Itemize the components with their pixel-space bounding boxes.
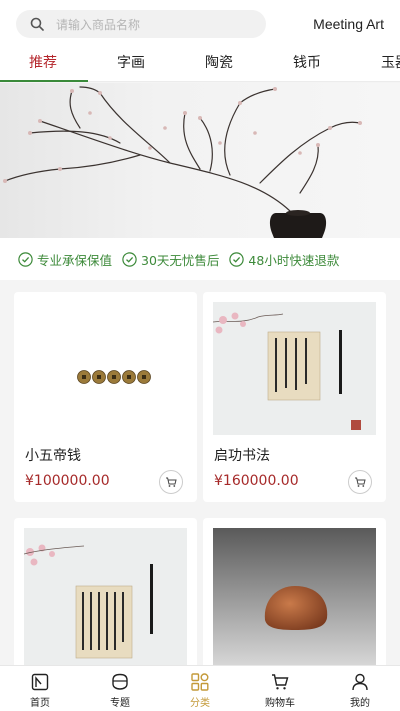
page: 请输入商品名称 Meeting Art 推荐 字画 陶瓷 钱币 玉器	[0, 0, 400, 711]
product-price: ¥100000.00	[25, 473, 110, 489]
stone-image	[213, 528, 376, 668]
nav-category[interactable]: 分类	[160, 666, 240, 711]
product-price: ¥160000.00	[214, 473, 299, 489]
calligraphy-image	[23, 528, 187, 668]
nav-home[interactable]: 首页	[0, 666, 80, 711]
tab-painting[interactable]: 字画	[117, 48, 145, 81]
add-to-cart-button[interactable]	[348, 470, 372, 494]
nav-cart[interactable]: 购物车	[240, 666, 320, 711]
tab-recommend[interactable]: 推荐	[29, 48, 57, 81]
active-tab-indicator	[0, 80, 88, 82]
guarantee-item: 专业承保保值	[18, 250, 112, 269]
cart-icon	[166, 477, 177, 487]
product-image	[23, 528, 187, 668]
category-icon	[191, 673, 209, 691]
product-card[interactable]	[14, 518, 197, 678]
nav-topics[interactable]: 专题	[80, 666, 160, 711]
service-guarantees: 专业承保保值 30天无忧售后 48小时快速退款	[0, 238, 400, 280]
nav-label: 专题	[110, 698, 130, 709]
nav-label: 首页	[30, 698, 50, 709]
check-circle-icon	[18, 251, 33, 267]
nav-label: 购物车	[265, 698, 295, 709]
banner-image[interactable]	[0, 83, 400, 238]
product-name: 小五帝钱	[25, 448, 81, 464]
check-circle-icon	[122, 251, 137, 267]
home-icon	[31, 673, 49, 691]
guarantee-label: 48小时快速退款	[248, 252, 340, 268]
search-input[interactable]: 请输入商品名称	[16, 10, 266, 38]
guarantee-item: 30天无忧售后	[122, 250, 219, 269]
product-image	[213, 528, 376, 668]
calligraphy-image	[212, 302, 376, 435]
brand-title: Meeting Art	[313, 16, 384, 32]
nav-profile[interactable]: 我的	[320, 666, 400, 711]
category-tabs: 推荐 字画 陶瓷 钱币 玉器	[0, 48, 400, 82]
product-card[interactable]	[203, 518, 386, 678]
nav-label: 分类	[190, 698, 210, 709]
tab-coins[interactable]: 钱币	[293, 48, 321, 81]
search-placeholder: 请输入商品名称	[56, 17, 141, 32]
product-name: 启功书法	[214, 448, 270, 464]
topic-icon	[112, 673, 128, 690]
header: 请输入商品名称 Meeting Art	[0, 0, 400, 48]
product-image	[212, 302, 376, 435]
tab-ceramics[interactable]: 陶瓷	[205, 48, 233, 81]
product-card[interactable]: 小五帝钱 ¥100000.00	[14, 292, 197, 502]
nav-label: 我的	[350, 698, 370, 709]
bottom-nav: 首页 专题 分类 购物车 我的	[0, 665, 400, 711]
tab-jade[interactable]: 玉器	[381, 48, 400, 81]
check-circle-icon	[229, 251, 245, 267]
user-icon	[352, 673, 368, 691]
guarantee-label: 专业承保保值	[37, 252, 113, 268]
search-icon	[30, 17, 44, 31]
product-image	[24, 302, 187, 435]
cart-icon	[272, 674, 289, 690]
add-to-cart-button[interactable]	[159, 470, 183, 494]
product-card[interactable]: 启功书法 ¥160000.00	[203, 292, 386, 502]
guarantee-label: 30天无忧售后	[141, 252, 220, 268]
guarantee-item: 48小时快速退款	[229, 250, 339, 269]
coins-image	[77, 370, 151, 384]
cart-icon	[355, 477, 366, 487]
product-grid: 小五帝钱 ¥100000.00 启功书法 ¥160000.00	[0, 280, 400, 678]
branch-vase-illustration	[3, 86, 362, 238]
